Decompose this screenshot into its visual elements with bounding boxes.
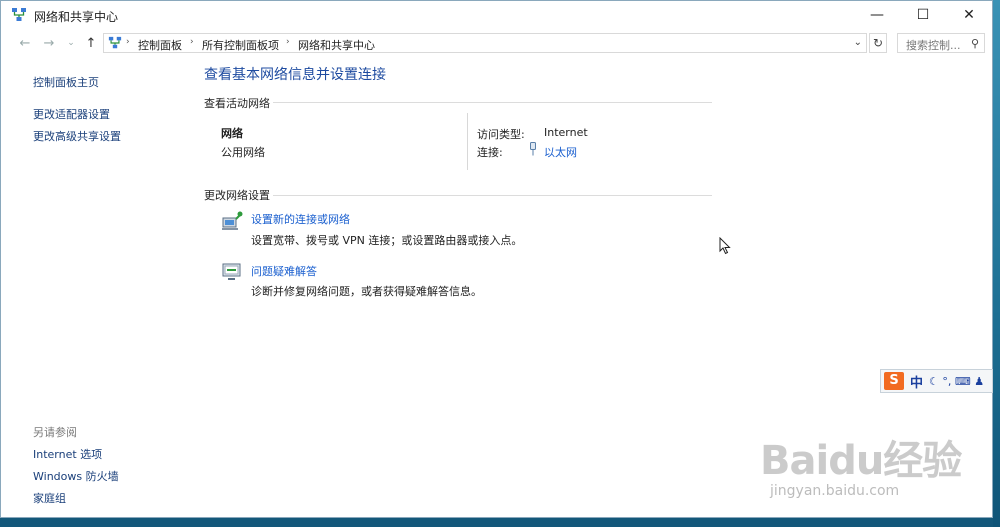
breadcrumb-control-panel[interactable]: 控制面板	[138, 37, 182, 53]
title-bar: 网络和共享中心 — ☐ ✕	[1, 1, 992, 29]
forward-arrow-icon[interactable]: →	[41, 35, 57, 51]
search-icon: ⚲	[970, 37, 979, 50]
troubleshoot-icon	[222, 263, 241, 280]
see-also-homegroup[interactable]: 家庭组	[33, 490, 66, 506]
troubleshoot-description: 诊断并修复网络问题，或者获得疑难解答信息。	[251, 285, 482, 298]
see-also-heading: 另请参阅	[33, 426, 77, 439]
back-arrow-icon[interactable]: ←	[17, 35, 33, 51]
ethernet-icon	[530, 142, 536, 156]
access-type-label: 访问类型:	[477, 128, 525, 141]
close-button[interactable]: ✕	[946, 1, 992, 29]
setup-connection-link[interactable]: 设置新的连接或网络	[251, 211, 350, 227]
access-type-value: Internet	[544, 126, 588, 139]
connection-label: 连接:	[477, 146, 503, 159]
chevron-down-icon[interactable]: ⌄	[854, 37, 862, 48]
ime-symbol-icons[interactable]: ☾ °, ⌨ ♟	[929, 375, 984, 388]
breadcrumb-separator-icon: ›	[126, 37, 130, 47]
network-name: 网络	[221, 127, 243, 140]
address-box[interactable]: › 控制面板 › 所有控制面板项 › 网络和共享中心 ⌄	[103, 33, 867, 53]
maximize-button[interactable]: ☐	[900, 1, 946, 29]
mouse-cursor-icon	[719, 237, 731, 255]
up-arrow-icon[interactable]: ↑	[83, 35, 99, 51]
search-input[interactable]: 搜索控制... ⚲	[897, 33, 985, 53]
new-connection-icon	[222, 211, 243, 230]
refresh-button[interactable]: ↻	[869, 33, 887, 53]
minimize-button[interactable]: —	[854, 1, 900, 29]
section-divider	[273, 102, 712, 103]
sogou-logo-icon[interactable]: S	[884, 372, 904, 390]
breadcrumb-separator-icon: ›	[286, 37, 290, 47]
setup-connection-description: 设置宽带、拨号或 VPN 连接；或设置路由器或接入点。	[251, 234, 523, 247]
window-title: 网络和共享中心	[34, 10, 119, 24]
breadcrumb-separator-icon: ›	[190, 37, 194, 47]
active-networks-heading: 查看活动网络	[204, 97, 270, 110]
section-divider	[273, 195, 712, 196]
network-info-divider	[467, 113, 468, 170]
control-panel-icon	[108, 36, 122, 49]
network-center-icon	[12, 8, 26, 21]
page-title: 查看基本网络信息并设置连接	[204, 67, 386, 83]
recent-dropdown-icon[interactable]: ⌄	[63, 35, 79, 51]
sidebar-item-advanced-sharing[interactable]: 更改高级共享设置	[33, 128, 121, 144]
sidebar-item-adapter-settings[interactable]: 更改适配器设置	[33, 106, 110, 122]
see-also-internet-options[interactable]: Internet 选项	[33, 446, 102, 462]
desktop-edge	[993, 0, 1000, 527]
change-settings-heading: 更改网络设置	[204, 189, 270, 202]
ime-toolbar[interactable]: S 中 ☾ °, ⌨ ♟	[880, 369, 993, 393]
breadcrumb-all-items[interactable]: 所有控制面板项	[202, 37, 279, 53]
search-placeholder: 搜索控制...	[906, 39, 961, 52]
network-category: 公用网络	[221, 146, 265, 159]
baidu-watermark-url: jingyan.baidu.com	[770, 483, 900, 499]
baidu-watermark-logo: Baidu经验	[760, 438, 962, 484]
sidebar-item-home[interactable]: 控制面板主页	[33, 74, 99, 90]
see-also-windows-firewall[interactable]: Windows 防火墙	[33, 468, 119, 484]
troubleshoot-link[interactable]: 问题疑难解答	[251, 263, 317, 279]
ethernet-connection-link[interactable]: 以太网	[544, 144, 577, 160]
breadcrumb-network-center[interactable]: 网络和共享中心	[298, 37, 375, 53]
address-bar: ← → ⌄ ↑ › 控制面板 › 所有控制面板项 › 网络和共享中心 ⌄ ↻ 搜…	[1, 29, 992, 57]
ime-mode-toggle[interactable]: 中	[910, 372, 923, 391]
